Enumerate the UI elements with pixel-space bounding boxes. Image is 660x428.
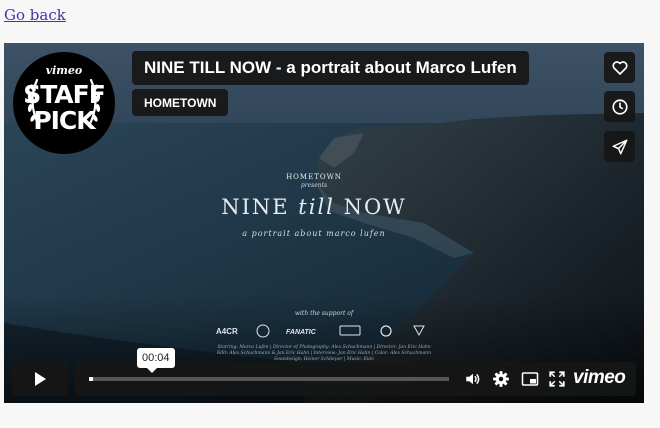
overlay-presents: presents [300, 182, 328, 189]
fullscreen-button[interactable] [548, 370, 566, 388]
paper-plane-icon [612, 139, 627, 154]
like-button[interactable] [604, 52, 635, 83]
video-title[interactable]: NINE TILL NOW - a portrait about Marco L… [132, 51, 529, 85]
overlay-film-title: NINE till NOW [221, 195, 407, 219]
staff-pick-brand: vimeo [45, 64, 83, 77]
volume-button[interactable] [464, 370, 482, 388]
staff-pick-badge[interactable]: vimeo STAFF PICK [13, 52, 115, 154]
overlay-support-text: with the support of [294, 310, 354, 317]
overlay-presenter: HOMETOWN [286, 173, 342, 181]
staff-pick-line2: PICK [33, 106, 95, 135]
overlay-credits: Starring: Marco Lufen | Director of Phot… [4, 345, 644, 363]
volume-icon [466, 373, 480, 385]
play-icon [35, 372, 46, 386]
svg-text:FANATIC: FANATIC [286, 329, 317, 336]
watch-later-button[interactable] [604, 91, 635, 122]
fullscreen-icon [549, 371, 565, 387]
picture-in-picture-icon [521, 372, 539, 386]
overlay-subtitle: a portrait about marco lufen [242, 229, 386, 238]
progress-bar[interactable] [89, 377, 449, 381]
vimeo-logo[interactable]: vimeo [573, 367, 626, 389]
video-byline[interactable]: HOMETOWN [132, 89, 229, 116]
clock-icon [611, 98, 628, 115]
control-bar: 00:04 vimeo [75, 348, 636, 396]
heart-icon [611, 60, 628, 75]
go-back-link[interactable]: Go back [4, 6, 66, 24]
settings-gear-icon [493, 371, 509, 387]
current-time-tooltip: 00:04 [137, 348, 175, 373]
progress-fill [89, 377, 93, 381]
picture-in-picture-button[interactable] [521, 370, 539, 388]
video-player[interactable]: vimeo STAFF PICK NINE TILL NOW - a portr… [4, 43, 644, 403]
play-button[interactable] [12, 362, 68, 396]
film-title-card: HOMETOWN presents NINE till NOW a portra… [184, 173, 444, 238]
settings-button[interactable] [492, 370, 510, 388]
player-controls: 00:04 vimeo [12, 348, 636, 396]
overlay-film-title-emphasis: till [298, 195, 335, 219]
staff-pick-line1: STAFF [23, 80, 106, 109]
svg-text:A4CR: A4CR [216, 327, 238, 336]
share-button[interactable] [604, 131, 635, 162]
sponsor-logos: A4CR FANATIC [216, 324, 425, 338]
